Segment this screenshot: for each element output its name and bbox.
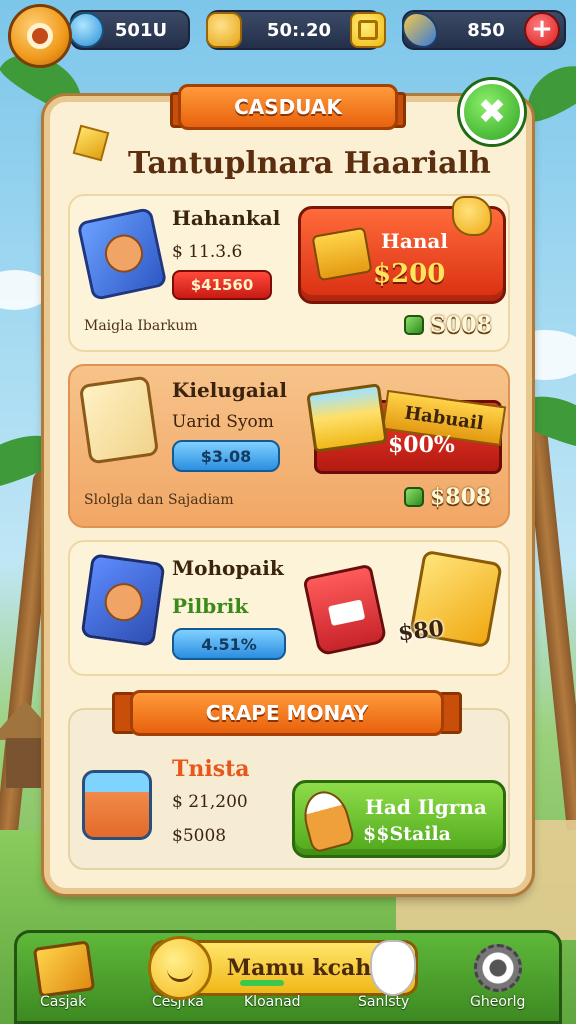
crate-icon[interactable] — [32, 940, 96, 998]
gem-cost-value: S008 — [430, 312, 492, 338]
blue-gem-icon — [68, 12, 104, 48]
price-tag: 4.51% — [172, 628, 286, 660]
resource-bar: 501U 50:.20 850 + — [0, 0, 576, 68]
price-tag: $41560 — [172, 270, 272, 300]
panel-banner: CASDUAK — [178, 84, 398, 130]
treasure-chest-icon — [311, 226, 373, 282]
promo-buy-button[interactable]: Had Ilgrna $$Staila — [292, 780, 506, 858]
nav-progress-bar — [240, 980, 284, 986]
buy-button-label: Hanal — [381, 229, 448, 253]
gem-cost: S008 — [404, 312, 492, 338]
item-name: Hahankal — [172, 206, 281, 230]
ice-cream-icon — [298, 786, 356, 854]
item-name: Kielugaial — [172, 378, 287, 402]
gold-badge-icon — [452, 196, 492, 236]
gear-icon[interactable] — [474, 944, 522, 992]
item-subtitle: Uarid Syom — [172, 412, 274, 432]
item-note: Slolgla dan Sajadiam — [84, 492, 234, 508]
promo-buy-label: Had Ilgrna — [365, 795, 487, 819]
promo-price-secondary: $5008 — [172, 826, 227, 846]
settings-gear-icon[interactable] — [8, 4, 72, 68]
nav-item-gheorlg[interactable]: Gheorlg — [470, 994, 525, 1010]
green-gem-icon — [404, 487, 424, 507]
coin-stack-icon — [206, 12, 242, 48]
item-note: Maigla Ibarkum — [84, 318, 198, 334]
nav-item-sanlsty[interactable]: Sanlsty — [358, 994, 409, 1010]
gold-block-icon[interactable] — [350, 12, 386, 48]
nav-item-kloanad[interactable]: Kloanad — [244, 994, 301, 1010]
promo-price: $ 21,200 — [172, 792, 248, 812]
gem-count: 501U — [114, 19, 168, 41]
promo-name: Tnista — [172, 756, 250, 782]
green-gem-icon — [404, 315, 424, 335]
character-avatar-icon — [76, 206, 168, 302]
treasure-box-icon — [306, 383, 388, 453]
add-currency-button[interactable]: + — [524, 12, 560, 48]
jar-icon — [82, 770, 152, 840]
close-icon[interactable]: ✖ — [460, 80, 524, 144]
rocket-count: 850 — [467, 19, 505, 41]
card-price: $80 — [396, 615, 446, 647]
promo-buy-price: $$Staila — [363, 823, 451, 845]
gem-cost-value: $808 — [430, 484, 492, 510]
offer-value: $00% — [388, 432, 455, 458]
coin-count: 50:.20 — [266, 19, 332, 41]
nav-item-casjak[interactable]: Casjak — [40, 994, 86, 1010]
scroll-notebook-icon — [78, 375, 160, 465]
panel-title: Tantuplnara Haarialh — [128, 146, 491, 181]
nav-main-label: Mamu kcah — [226, 955, 372, 981]
bunny-icon — [370, 940, 416, 996]
character-avatar-icon — [80, 553, 166, 647]
hut — [0, 700, 60, 790]
gem-cost: $808 — [404, 484, 491, 510]
item-name: Mohopaik — [172, 556, 284, 580]
cloud — [0, 270, 50, 310]
buy-button-price: $200 — [373, 259, 446, 289]
sun-mascot-icon — [148, 936, 212, 1000]
item-subtitle: Pilbrik — [172, 594, 249, 618]
price-tag: $3.08 — [172, 440, 280, 472]
section-banner: CRAPE MONAY — [130, 690, 444, 736]
item-price: $ 11.3.6 — [172, 242, 243, 262]
